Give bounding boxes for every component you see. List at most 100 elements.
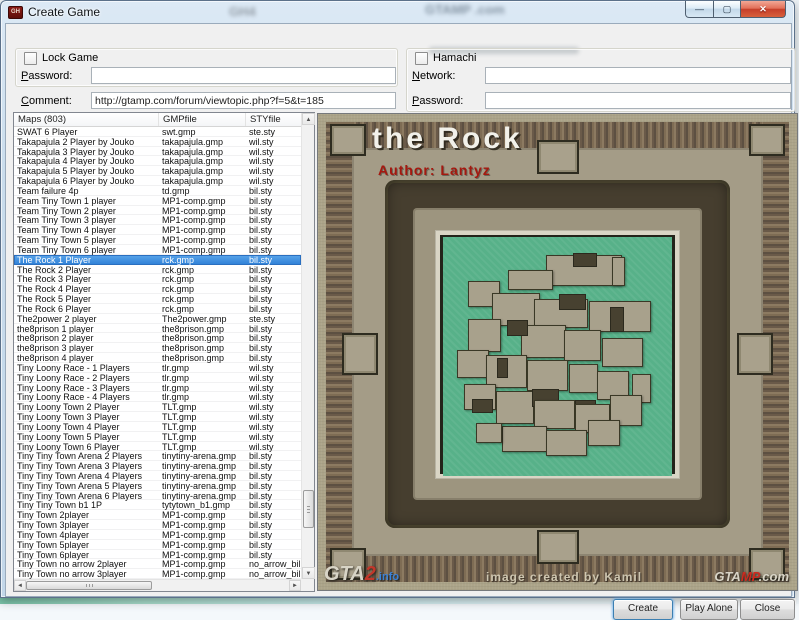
- list-cell: tinytiny-arena.gmp: [162, 480, 237, 491]
- column-header-maps[interactable]: Maps (803): [14, 113, 159, 126]
- list-row[interactable]: Tiny Loony Town 4 Player TLT.gmp wil.sty: [14, 422, 301, 432]
- list-row[interactable]: Tiny Tiny Town b1 1P tytytown_b1.gmp bil.s…: [14, 500, 301, 510]
- list-row[interactable]: the8prison 1 player the8prison.gmp bil.sty: [14, 324, 301, 334]
- vertical-scrollbar[interactable]: ▲ ▼: [301, 113, 315, 579]
- credit-gta2-part: GTA: [324, 563, 365, 585]
- list-row[interactable]: the8prison 2 player the8prison.gmp bil.sty: [14, 333, 301, 343]
- list-cell: MP1-comp.gmp: [162, 195, 226, 206]
- list-row[interactable]: the8prison 3 player the8prison.gmp bil.sty: [14, 343, 301, 353]
- list-cell: no_arrow_bil.s: [249, 559, 301, 570]
- create-game-button[interactable]: Create Game: [613, 599, 673, 620]
- list-cell: wil.sty: [249, 372, 274, 383]
- list-row[interactable]: Team Tiny Town 4 player MP1-comp.gmp bil.s…: [14, 225, 301, 235]
- list-row[interactable]: Team failure 4p td.gmp bil.sty: [14, 186, 301, 196]
- list-row[interactable]: Tiny Tiny Town Arena 2 Players tinytiny-a…: [14, 451, 301, 461]
- list-row[interactable]: Takapajula 3 Player by Jouko takapajula.g…: [14, 147, 301, 157]
- list-cell: Tiny Town no arrow 2player: [17, 559, 127, 570]
- list-cell: TLT.gmp: [162, 421, 197, 432]
- list-row[interactable]: Team Tiny Town 6 player MP1-comp.gmp bil.s…: [14, 245, 301, 255]
- scroll-right-button[interactable]: ►: [289, 580, 301, 591]
- close-dialog-button[interactable]: Close: [740, 599, 795, 620]
- list-cell: The Rock 3 Player: [17, 274, 92, 285]
- map-tower: [749, 124, 785, 156]
- list-row[interactable]: Tiny Loony Town 5 Player TLT.gmp wil.sty: [14, 432, 301, 442]
- column-header-gmpfile[interactable]: GMPfile: [159, 113, 246, 126]
- list-cell: bil.sty: [249, 225, 273, 236]
- list-cell: Team Tiny Town 1 player: [17, 195, 116, 206]
- list-row[interactable]: SWAT 6 Player swt.gmp ste.sty: [14, 127, 301, 137]
- map-building: [564, 330, 601, 361]
- list-row[interactable]: Takapajula 5 Player by Jouko takapajula.g…: [14, 166, 301, 176]
- list-row[interactable]: Takapajula 4 Player by Jouko takapajula.g…: [14, 156, 301, 166]
- list-row[interactable]: Tiny Loony Town 2 Player TLT.gmp wil.sty: [14, 402, 301, 412]
- list-cell: TLT.gmp: [162, 431, 197, 442]
- hamachi-password-input[interactable]: [485, 92, 791, 109]
- list-cell: MP1-comp.gmp: [162, 235, 226, 246]
- list-row[interactable]: Tiny Town 4player MP1-comp.gmp bil.sty: [14, 530, 301, 540]
- list-row[interactable]: Team Tiny Town 3 player MP1-comp.gmp bil.s…: [14, 215, 301, 225]
- list-row[interactable]: Tiny Town 6player MP1-comp.gmp bil.sty: [14, 550, 301, 560]
- list-cell: Tiny Town no arrow 3player: [17, 569, 127, 579]
- list-row[interactable]: The Rock 3 Player rck.gmp bil.sty: [14, 274, 301, 284]
- list-row[interactable]: Tiny Loony Town 6 Player TLT.gmp wil.sty: [14, 442, 301, 452]
- list-cell: tlr.gmp: [162, 382, 190, 393]
- list-row[interactable]: Tiny Loony Race - 3 Players tlr.gmp wil.st…: [14, 383, 301, 393]
- credit-gtamp-com: GTAMP.com: [714, 569, 789, 584]
- scroll-left-button[interactable]: ◄: [14, 580, 26, 591]
- maps-list-header: Maps (803) GMPfile STYfile: [14, 113, 301, 127]
- list-row[interactable]: Tiny Town 3player MP1-comp.gmp bil.sty: [14, 520, 301, 530]
- list-row[interactable]: Team Tiny Town 5 player MP1-comp.gmp bil.s…: [14, 235, 301, 245]
- list-row[interactable]: Tiny Loony Race - 4 Players tlr.gmp wil.st…: [14, 392, 301, 402]
- list-row[interactable]: The Rock 2 Player rck.gmp bil.sty: [14, 265, 301, 275]
- maximize-icon: ▢: [722, 3, 732, 14]
- titlebar[interactable]: GH4 GTAMP .com GH Create Game — ▢ ✕: [1, 1, 794, 23]
- scroll-up-button[interactable]: ▲: [302, 113, 315, 125]
- list-row[interactable]: Tiny Tiny Town Arena 6 Players tinytiny-a…: [14, 491, 301, 501]
- list-row[interactable]: Tiny Town 2player MP1-comp.gmp bil.sty: [14, 510, 301, 520]
- list-cell: bil.sty: [249, 549, 273, 560]
- maps-list: Maps (803) GMPfile STYfile SWAT 6 Player…: [13, 112, 315, 592]
- scroll-down-button[interactable]: ▼: [302, 567, 315, 579]
- column-header-styfile[interactable]: STYfile: [246, 113, 301, 126]
- minimize-button[interactable]: —: [685, 1, 714, 18]
- list-row[interactable]: Tiny Town no arrow 3player MP1-comp.gmp no…: [14, 569, 301, 579]
- list-row[interactable]: Takapajula 2 Player by Jouko takapajula.g…: [14, 137, 301, 147]
- horizontal-scrollbar-thumb[interactable]: [26, 581, 152, 590]
- list-cell: bil.sty: [249, 333, 273, 344]
- list-row[interactable]: Tiny Loony Race - 2 Players tlr.gmp wil.st…: [14, 373, 301, 383]
- credit-gtamp-part: MP: [740, 569, 759, 584]
- list-row[interactable]: Team Tiny Town 2 player MP1-comp.gmp bil.s…: [14, 206, 301, 216]
- network-input[interactable]: [485, 67, 791, 84]
- close-button[interactable]: ✕: [741, 1, 786, 18]
- list-row[interactable]: Tiny Tiny Town Arena 5 Players tinytiny-a…: [14, 481, 301, 491]
- comment-input[interactable]: [91, 92, 396, 109]
- list-row[interactable]: Tiny Town no arrow 2player MP1-comp.gmp no…: [14, 559, 301, 569]
- vertical-scrollbar-thumb[interactable]: [303, 490, 314, 528]
- list-row[interactable]: Team Tiny Town 1 player MP1-comp.gmp bil.s…: [14, 196, 301, 206]
- list-row[interactable]: The Rock 4 Player rck.gmp bil.sty: [14, 284, 301, 294]
- list-row[interactable]: The Rock 1 Player rck.gmp bil.sty: [14, 254, 301, 265]
- lock-game-checkbox[interactable]: [24, 52, 37, 65]
- list-cell: bil.sty: [249, 353, 273, 364]
- list-cell: wil.sty: [249, 176, 274, 187]
- list-row[interactable]: Tiny Loony Town 3 Player TLT.gmp wil.sty: [14, 412, 301, 422]
- password-input[interactable]: [91, 67, 396, 84]
- horizontal-scrollbar[interactable]: ◄ ►: [14, 579, 301, 591]
- list-cell: Tiny Tiny Town Arena 2 Players: [17, 451, 143, 462]
- list-row[interactable]: Tiny Loony Race - 1 Players tlr.gmp wil.st…: [14, 363, 301, 373]
- list-row[interactable]: Tiny Tiny Town Arena 3 Players tinytiny-a…: [14, 461, 301, 471]
- list-row[interactable]: Tiny Tiny Town Arena 4 Players tinytiny-a…: [14, 471, 301, 481]
- list-row[interactable]: The Rock 5 Player rck.gmp bil.sty: [14, 294, 301, 304]
- list-row[interactable]: Tiny Town 5player MP1-comp.gmp bil.sty: [14, 540, 301, 550]
- list-row[interactable]: The2power 2 player The2power.gmp ste.sty: [14, 314, 301, 324]
- list-row[interactable]: Takapajula 6 Player by Jouko takapajula.g…: [14, 176, 301, 186]
- hamachi-checkbox[interactable]: [415, 52, 428, 65]
- list-row[interactable]: the8prison 4 player the8prison.gmp bil.sty: [14, 353, 301, 363]
- maximize-button[interactable]: ▢: [714, 1, 741, 18]
- list-cell: rck.gmp: [162, 284, 195, 295]
- map-building: [602, 338, 643, 367]
- list-cell: Tiny Town 5player: [17, 539, 90, 550]
- list-row[interactable]: The Rock 6 Player rck.gmp bil.sty: [14, 304, 301, 314]
- list-cell: wil.sty: [249, 412, 274, 423]
- play-alone-button[interactable]: Play Alone: [680, 599, 738, 620]
